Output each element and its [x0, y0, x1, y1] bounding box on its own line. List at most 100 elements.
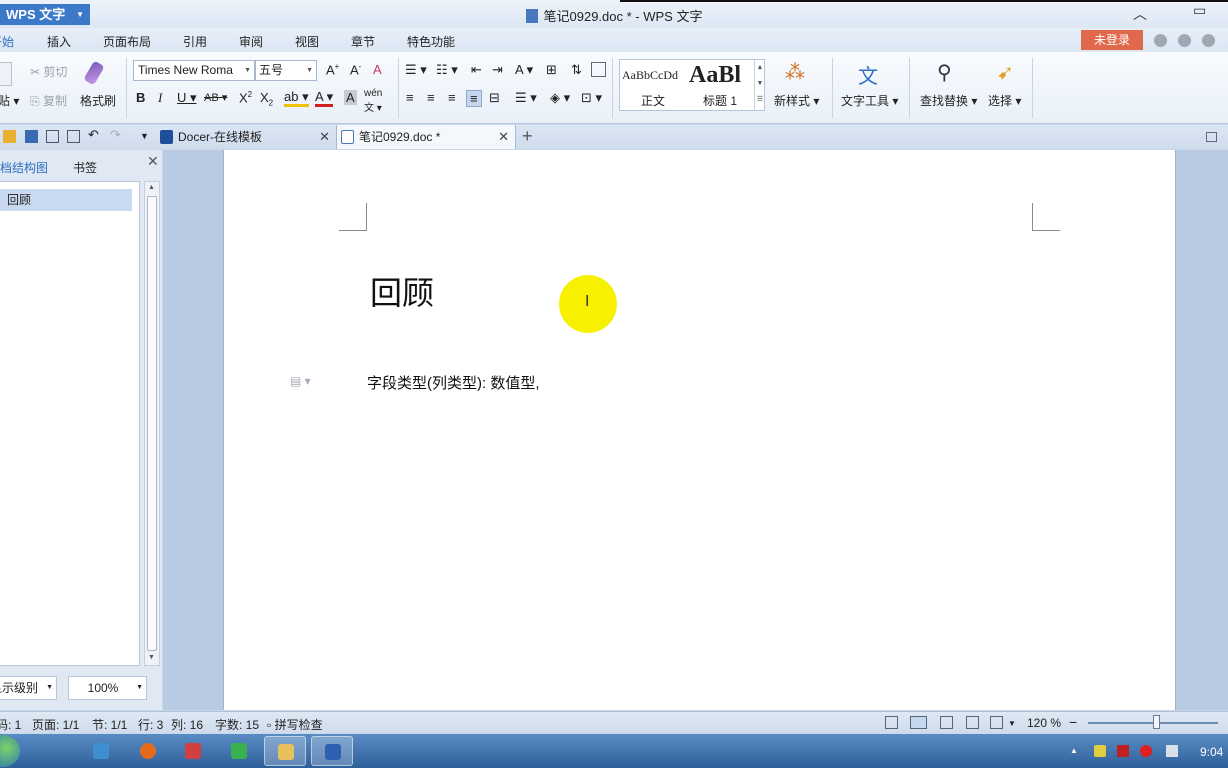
taskbar-app-firefox[interactable]: [127, 736, 169, 766]
line-spacing-icon[interactable]: ☰ ▾: [515, 90, 537, 106]
tab-bookmarks[interactable]: 书签: [73, 159, 97, 176]
zoom-out-icon[interactable]: −: [1069, 714, 1077, 730]
help-icon[interactable]: [1154, 34, 1167, 47]
phonetic-guide-icon[interactable]: wén 文 ▾: [364, 88, 382, 114]
decrease-indent-icon[interactable]: ⇤: [471, 62, 482, 78]
tray-record-icon[interactable]: [1140, 745, 1152, 757]
subscript-icon[interactable]: X2: [260, 90, 273, 108]
justify-icon[interactable]: ≡: [466, 90, 482, 107]
distribute-icon[interactable]: ⊟: [489, 90, 500, 106]
close-icon[interactable]: ✕: [147, 153, 159, 170]
new-tab-icon[interactable]: +: [522, 126, 533, 147]
scroll-up-icon[interactable]: ▲: [148, 184, 155, 191]
borders-icon[interactable]: ⊡ ▾: [581, 90, 602, 106]
font-name-select[interactable]: Times New Roma ▼: [133, 60, 255, 81]
format-painter-button[interactable]: 格式刷: [80, 92, 116, 109]
close-icon[interactable]: ✕: [319, 125, 330, 149]
clear-format-icon[interactable]: A: [373, 62, 382, 77]
tab-review[interactable]: 审阅: [239, 33, 263, 50]
highlight-icon[interactable]: ab ▾: [284, 90, 309, 107]
shrink-font-icon[interactable]: A-: [350, 62, 361, 77]
document-heading[interactable]: 回顾: [370, 268, 434, 314]
grow-font-icon[interactable]: A+: [326, 62, 339, 77]
table-icon[interactable]: ⊞: [546, 62, 557, 78]
text-tools-button[interactable]: 文字工具 ▾: [841, 92, 898, 109]
bullet-list-icon[interactable]: ☰ ▾: [405, 62, 427, 78]
spell-check-toggle[interactable]: ▫ 拼写检查: [267, 716, 323, 733]
redo-icon[interactable]: ↷: [110, 127, 123, 142]
web-view-icon[interactable]: [966, 716, 979, 729]
clock[interactable]: 9:04: [1200, 745, 1223, 759]
scroll-down-icon[interactable]: ▼: [148, 654, 155, 661]
scrollbar[interactable]: ▲ ▼: [144, 181, 160, 666]
font-color-icon[interactable]: A ▾: [315, 90, 334, 107]
undo-icon[interactable]: ↶: [88, 127, 101, 142]
fullscreen-view-icon[interactable]: [885, 716, 898, 729]
char-shading-icon[interactable]: A: [344, 90, 357, 105]
restore-panel-icon[interactable]: [1206, 132, 1217, 142]
refresh-icon[interactable]: [1178, 34, 1191, 47]
tray-network-icon[interactable]: [1166, 745, 1178, 757]
align-center-icon[interactable]: ≡: [427, 90, 435, 105]
tab-docer-templates[interactable]: Docer-在线模板 ✕: [156, 125, 336, 149]
print-icon[interactable]: [46, 130, 59, 143]
collapse-ribbon-icon[interactable]: ︿: [1133, 4, 1147, 24]
find-replace-button[interactable]: 查找替换 ▾: [920, 92, 977, 109]
paragraph-icon[interactable]: ▤ ▾: [290, 374, 311, 388]
tab-insert[interactable]: 插入: [47, 33, 71, 50]
tab-page-layout[interactable]: 页面布局: [103, 33, 151, 50]
paste-button-label[interactable]: 粘贴 ▾: [0, 92, 19, 109]
tab-current-document[interactable]: 笔记0929.doc * ✕: [336, 125, 516, 149]
zoom-slider-handle[interactable]: [1153, 715, 1160, 729]
text-direction-icon[interactable]: A ▾: [515, 62, 533, 78]
print-preview-icon[interactable]: [67, 130, 80, 143]
outline-view-icon[interactable]: [940, 716, 953, 729]
tray-expand-icon[interactable]: ▲: [1070, 746, 1082, 758]
cut-button[interactable]: ✂ 剪切: [30, 63, 67, 80]
tab-document-map[interactable]: 文档结构图: [0, 159, 48, 176]
page-view-icon[interactable]: [910, 716, 927, 729]
align-right-icon[interactable]: ≡: [448, 90, 456, 105]
document-body-text[interactable]: 字段类型(列类型): 数值型,: [367, 372, 540, 393]
reading-view-icon[interactable]: [990, 716, 1003, 729]
scrollbar-thumb[interactable]: [147, 196, 157, 651]
superscript-icon[interactable]: X2: [239, 90, 252, 105]
increase-indent-icon[interactable]: ⇥: [492, 62, 503, 78]
new-style-button[interactable]: 新样式 ▾: [774, 92, 819, 109]
underline-icon[interactable]: U ▾: [177, 90, 197, 106]
style-normal[interactable]: AaBbCcDd 正文: [620, 60, 686, 110]
taskbar-app-media[interactable]: [218, 736, 260, 766]
taskbar-app-tool[interactable]: [172, 736, 214, 766]
login-button[interactable]: 未登录: [1081, 30, 1143, 50]
zoom-level[interactable]: 120 %: [1027, 716, 1061, 730]
status-word-count[interactable]: 字数: 15: [215, 716, 259, 733]
strikethrough-icon[interactable]: AB ▾: [204, 91, 227, 104]
select-button[interactable]: 选择 ▾: [988, 92, 1021, 109]
tray-app-icon[interactable]: [1094, 745, 1106, 757]
save-icon[interactable]: [25, 130, 38, 143]
chevron-down-icon[interactable]: ▼: [1008, 719, 1016, 728]
zoom-select[interactable]: 100% ▼: [68, 676, 147, 700]
list-item[interactable]: 回顾: [0, 189, 132, 211]
tab-home[interactable]: 开始: [0, 33, 14, 50]
sort-icon[interactable]: ⇅: [571, 62, 582, 78]
bold-icon[interactable]: B: [136, 90, 145, 105]
italic-icon[interactable]: I: [158, 90, 162, 106]
quick-access-dropdown-icon[interactable]: ▼: [140, 131, 153, 144]
font-size-select[interactable]: 五号 ▼: [255, 60, 317, 81]
paragraph-shading-icon[interactable]: ◈ ▾: [550, 90, 570, 106]
numbered-list-icon[interactable]: ☷ ▾: [436, 62, 458, 78]
skin-icon[interactable]: [1202, 34, 1215, 47]
open-icon[interactable]: [3, 130, 16, 143]
tab-special[interactable]: 特色功能: [407, 33, 455, 50]
style-gallery-scroll[interactable]: ▲ ▼ ☰: [754, 60, 765, 110]
paste-icon[interactable]: [0, 62, 12, 86]
maximize-icon[interactable]: ▭: [1193, 2, 1206, 19]
start-button[interactable]: [0, 735, 20, 767]
tab-references[interactable]: 引用: [183, 33, 207, 50]
tray-recorder-icon[interactable]: [1117, 745, 1129, 757]
tab-view[interactable]: 视图: [295, 33, 319, 50]
level-select[interactable]: 显示级别 ▼: [0, 676, 57, 700]
taskbar-app-wps-writer[interactable]: [311, 736, 353, 766]
document-page[interactable]: 回顾 ▤ ▾ 字段类型(列类型): 数值型, I: [223, 150, 1176, 710]
